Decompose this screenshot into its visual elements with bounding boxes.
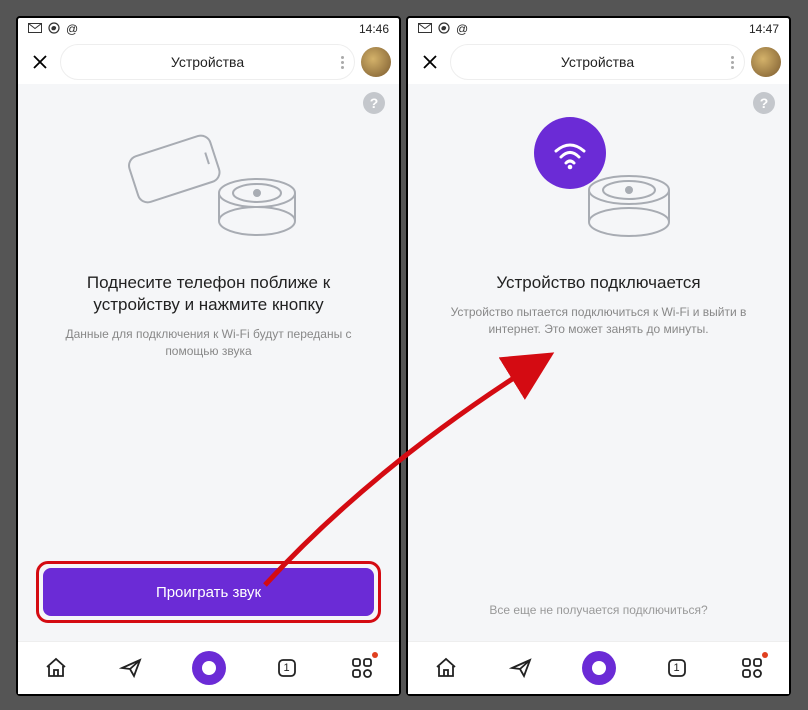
at-icon: @: [66, 22, 78, 36]
top-bar: Устройства: [18, 40, 399, 84]
clock-text: 14:47: [749, 22, 779, 36]
nav-send[interactable]: [117, 654, 145, 682]
close-button[interactable]: [416, 48, 444, 76]
tabs-count: 1: [283, 662, 289, 674]
help-icon[interactable]: ?: [753, 92, 775, 114]
notification-dot: [762, 652, 768, 658]
help-icon[interactable]: ?: [363, 92, 385, 114]
phone-screen-right: @ 14:47 Устройства ?: [406, 16, 791, 696]
illustration-phone-speaker: [36, 92, 381, 272]
page-title: Устройства: [171, 54, 244, 70]
page-title-pill[interactable]: Устройства: [60, 44, 355, 80]
subtext: Данные для подключения к Wi-Fi будут пер…: [36, 326, 381, 360]
nav-home[interactable]: [432, 654, 460, 682]
status-bar: @ 14:47: [408, 18, 789, 40]
nav-alice[interactable]: [582, 651, 616, 685]
nav-tabs[interactable]: 1: [273, 654, 301, 682]
mail-icon: [28, 22, 42, 36]
content-area: ? Поднесите телефон поближе к устройству…: [18, 84, 399, 641]
page-title: Устройства: [561, 54, 634, 70]
nav-tabs[interactable]: 1: [663, 654, 691, 682]
highlight-box: Проиграть звук: [36, 561, 381, 623]
headline: Устройство подключается: [426, 272, 771, 294]
play-sound-button[interactable]: Проиграть звук: [43, 568, 374, 616]
top-bar: Устройства: [408, 40, 789, 84]
content-area: ? Устройство подключается Устройст: [408, 84, 789, 641]
troubleshoot-link[interactable]: Все еще не получается подключиться?: [426, 603, 771, 617]
more-icon[interactable]: [341, 56, 344, 69]
nav-services[interactable]: [348, 654, 376, 682]
tabs-count: 1: [673, 662, 679, 674]
notification-dot: [372, 652, 378, 658]
button-label: Проиграть звук: [156, 584, 261, 601]
nav-home[interactable]: [42, 654, 70, 682]
nav-services[interactable]: [738, 654, 766, 682]
phone-screen-left: @ 14:46 Устройства ?: [16, 16, 401, 696]
bottom-nav: 1: [408, 641, 789, 694]
nav-alice[interactable]: [192, 651, 226, 685]
more-icon[interactable]: [731, 56, 734, 69]
status-bar: @ 14:46: [18, 18, 399, 40]
speaker-icon: [584, 162, 674, 242]
avatar[interactable]: [751, 47, 781, 77]
close-button[interactable]: [26, 48, 54, 76]
avatar[interactable]: [361, 47, 391, 77]
subtext: Устройство пытается подключиться к Wi-Fi…: [426, 304, 771, 338]
whatsapp-icon: [438, 22, 450, 37]
at-icon: @: [456, 22, 468, 36]
clock-text: 14:46: [359, 22, 389, 36]
headline: Поднесите телефон поближе к устройству и…: [36, 272, 381, 316]
mail-icon: [418, 22, 432, 36]
bottom-nav: 1: [18, 641, 399, 694]
page-title-pill[interactable]: Устройства: [450, 44, 745, 80]
illustration-wifi-speaker: [426, 92, 771, 272]
whatsapp-icon: [48, 22, 60, 37]
nav-send[interactable]: [507, 654, 535, 682]
